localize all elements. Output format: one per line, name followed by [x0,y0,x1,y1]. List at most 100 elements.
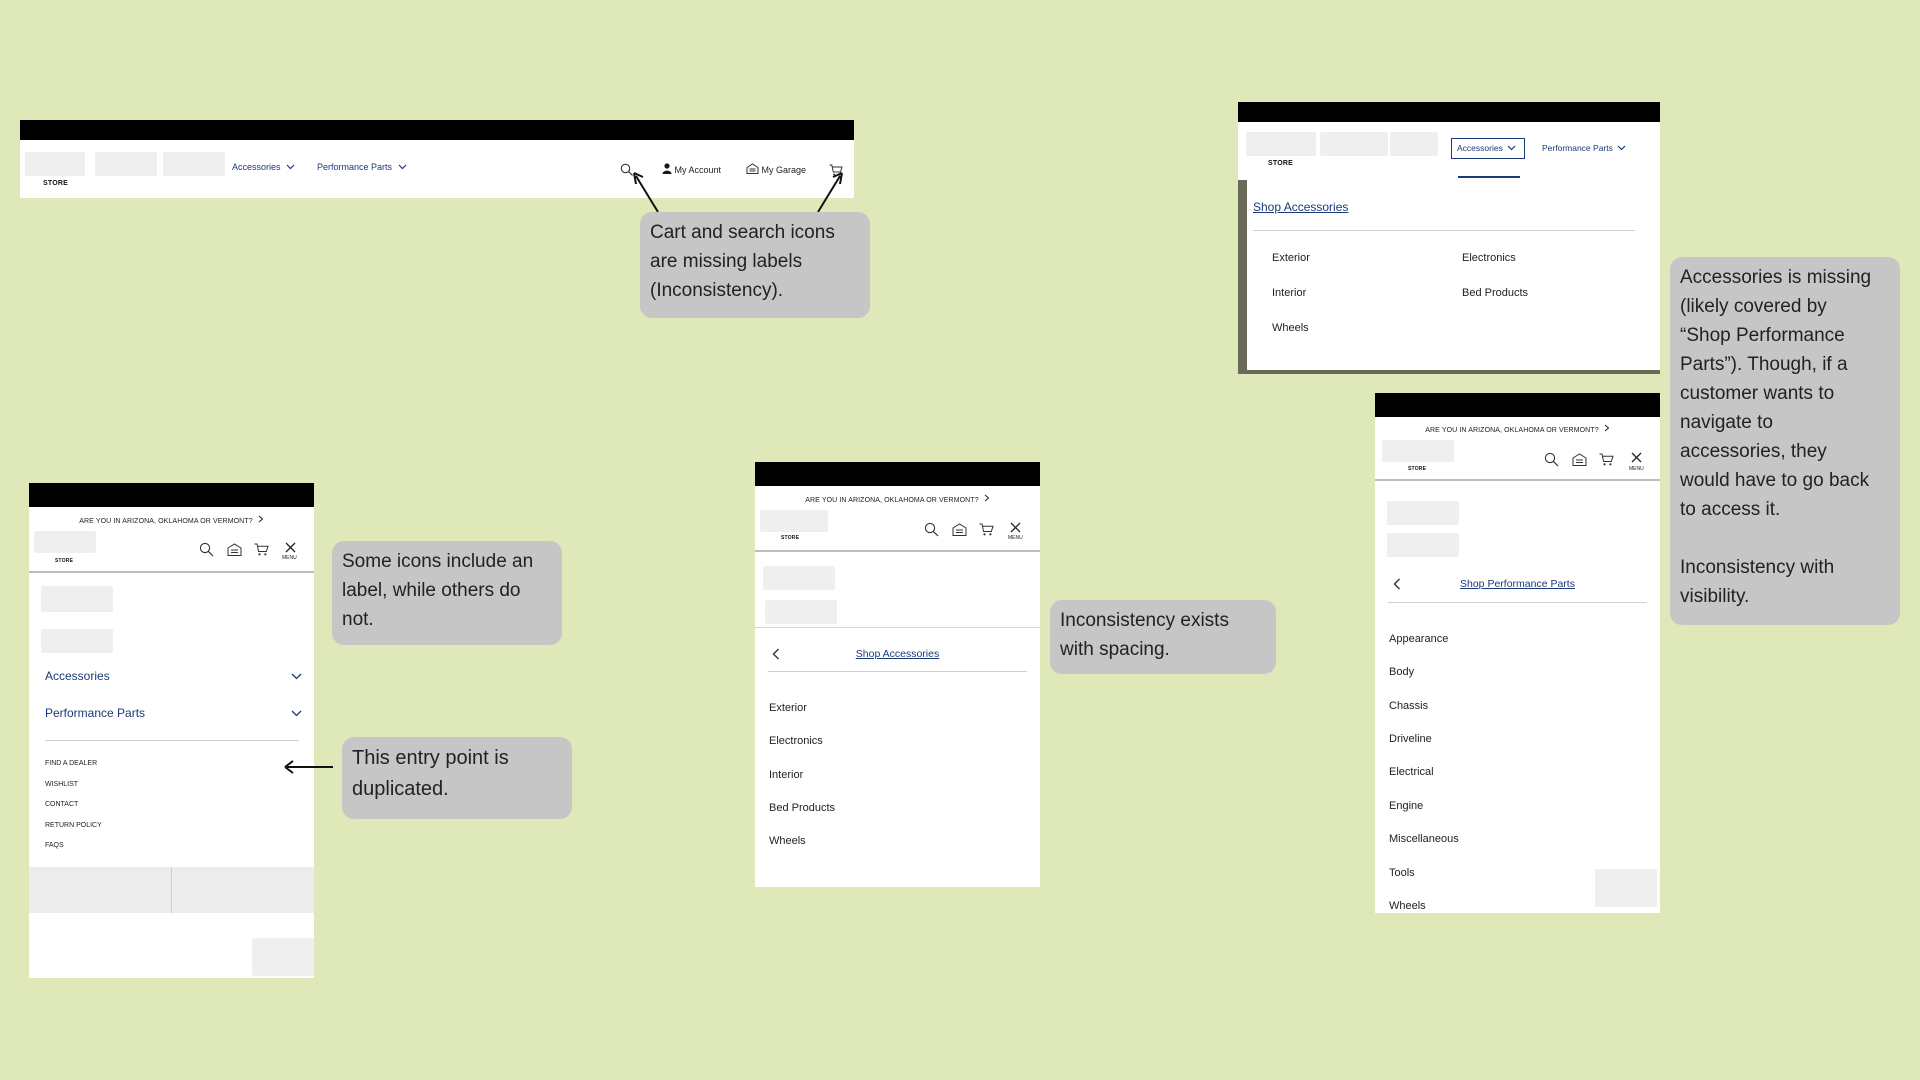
header-divider [29,571,314,573]
nav-placeholder-1 [1320,132,1388,156]
cart-icon[interactable] [254,543,269,556]
menu-item-driveline[interactable]: Driveline [1389,733,1432,745]
logo-placeholder [1382,440,1454,462]
menu-performance-parts[interactable]: Performance Parts [45,706,302,720]
menu-item-interior[interactable]: Interior [769,769,803,781]
divider [1388,602,1647,603]
menu-item-appearance[interactable]: Appearance [1389,633,1448,645]
dropdown-item-exterior[interactable]: Exterior [1272,252,1310,264]
nav-performance-label: Performance Parts [317,162,393,172]
callout-spacing: Inconsistency exists with spacing. [1050,600,1276,674]
header-divider [1375,479,1660,481]
location-banner[interactable]: ARE YOU IN ARIZONA, OKLAHOMA OR VERMONT? [29,515,314,525]
chevron-down-icon [286,164,295,170]
link-faqs[interactable]: FAQS [45,842,64,849]
callout-visibility: Accessories is missing (likely covered b… [1670,257,1900,625]
menu-item-wheels[interactable]: Wheels [769,835,806,847]
menu-item-chassis[interactable]: Chassis [1389,700,1428,712]
garage-icon [746,163,759,174]
chevron-down-icon [291,673,302,680]
location-banner-label: ARE YOU IN ARIZONA, OKLAHOMA OR VERMONT? [1425,427,1599,434]
mobile-accessories-screenshot: ARE YOU IN ARIZONA, OKLAHOMA OR VERMONT?… [755,462,1040,887]
top-black-bar [755,462,1040,486]
footer-divider [171,867,172,913]
my-account-link[interactable]: My Account [662,163,721,175]
logo-placeholder [34,531,96,553]
menu-item-exterior[interactable]: Exterior [769,702,807,714]
garage-icon[interactable] [1572,453,1587,466]
menu-item-wheels[interactable]: Wheels [1389,900,1426,912]
nav-accessories-active[interactable]: Accessories [1451,138,1525,159]
content-placeholder-2 [41,629,113,653]
chevron-down-icon [291,710,302,717]
top-black-bar [29,483,314,507]
menu-label: MENU [282,555,297,561]
desktop-dropdown-screenshot: STORE Accessories Performance Parts Shop… [1238,102,1660,374]
my-garage-label: My Garage [761,165,807,175]
shop-performance-label: Shop Performance Parts [1460,578,1575,590]
top-black-bar [20,120,854,140]
nav-accessories-label: Accessories [232,162,281,172]
close-icon[interactable] [285,542,296,553]
garage-icon[interactable] [952,523,967,536]
location-banner[interactable]: ARE YOU IN ARIZONA, OKLAHOMA OR VERMONT? [1375,424,1660,434]
header-divider [755,550,1040,552]
arrow-to-cart [817,172,843,213]
menu-label: MENU [1008,535,1023,541]
close-icon[interactable] [1631,452,1642,463]
arrow-to-entry-point [284,760,333,774]
desktop-nav-screenshot: STORE Accessories Performance Parts My A… [20,120,854,198]
nav-performance-parts[interactable]: Performance Parts [1542,143,1626,153]
location-banner[interactable]: ARE YOU IN ARIZONA, OKLAHOMA OR VERMONT? [755,494,1040,504]
search-icon[interactable] [199,542,214,557]
close-icon[interactable] [1010,522,1021,533]
search-icon[interactable] [924,522,939,537]
callout-cart-search: Cart and search icons are missing labels… [640,212,870,318]
menu-item-engine[interactable]: Engine [1389,800,1423,812]
footer-placeholder [1595,869,1657,907]
nav-accessories[interactable]: Accessories [232,162,295,172]
dropdown-item-interior[interactable]: Interior [1272,287,1306,299]
my-account-label: My Account [674,165,722,175]
location-banner-label: ARE YOU IN ARIZONA, OKLAHOMA OR VERMONT? [805,497,979,504]
nav-performance-parts[interactable]: Performance Parts [317,162,407,172]
chevron-down-icon [398,164,406,170]
menu-item-electrical[interactable]: Electrical [1389,766,1434,778]
link-find-a-dealer[interactable]: FIND A DEALER [45,760,97,767]
shop-accessories-link[interactable]: Shop Accessories [1253,200,1348,214]
menu-item-body[interactable]: Body [1389,666,1414,678]
logo-placeholder [760,510,828,532]
chevron-down-icon [1507,145,1516,151]
my-garage-link[interactable]: My Garage [746,163,806,175]
dropdown-item-bed-products[interactable]: Bed Products [1462,287,1528,299]
shop-accessories-label: Shop Accessories [1253,200,1349,214]
store-label: STORE [781,535,800,541]
link-contact[interactable]: CONTACT [45,801,78,808]
callout-icons-label: Some icons include an label, while other… [332,541,562,645]
menu-accessories[interactable]: Accessories [45,669,302,683]
content-placeholder-1 [41,586,113,612]
shop-performance-link[interactable]: Shop Performance Parts [1375,578,1660,590]
menu-item-miscellaneous[interactable]: Miscellaneous [1389,833,1459,845]
menu-performance-label: Performance Parts [45,706,146,720]
content-placeholder-2 [1387,533,1459,557]
menu-item-electronics[interactable]: Electronics [769,735,823,747]
shop-accessories-link[interactable]: Shop Accessories [755,648,1040,660]
section-divider [755,627,1040,628]
dropdown-item-wheels[interactable]: Wheels [1272,322,1309,334]
cart-icon[interactable] [1599,453,1614,466]
garage-icon[interactable] [227,543,242,556]
nav-placeholder-1 [95,152,157,176]
callout-entry-point: This entry point is duplicated. [342,737,572,819]
top-black-bar [1375,393,1660,417]
active-underline [1458,176,1520,178]
store-label: STORE [43,180,68,187]
cart-icon[interactable] [979,523,994,536]
link-wishlist[interactable]: WISHLIST [45,781,78,788]
link-return-policy[interactable]: RETURN POLICY [45,822,102,829]
top-black-bar [1238,102,1660,122]
search-icon[interactable] [1544,452,1559,467]
menu-item-bed-products[interactable]: Bed Products [769,802,835,814]
menu-item-tools[interactable]: Tools [1389,867,1415,879]
dropdown-item-electronics[interactable]: Electronics [1462,252,1516,264]
